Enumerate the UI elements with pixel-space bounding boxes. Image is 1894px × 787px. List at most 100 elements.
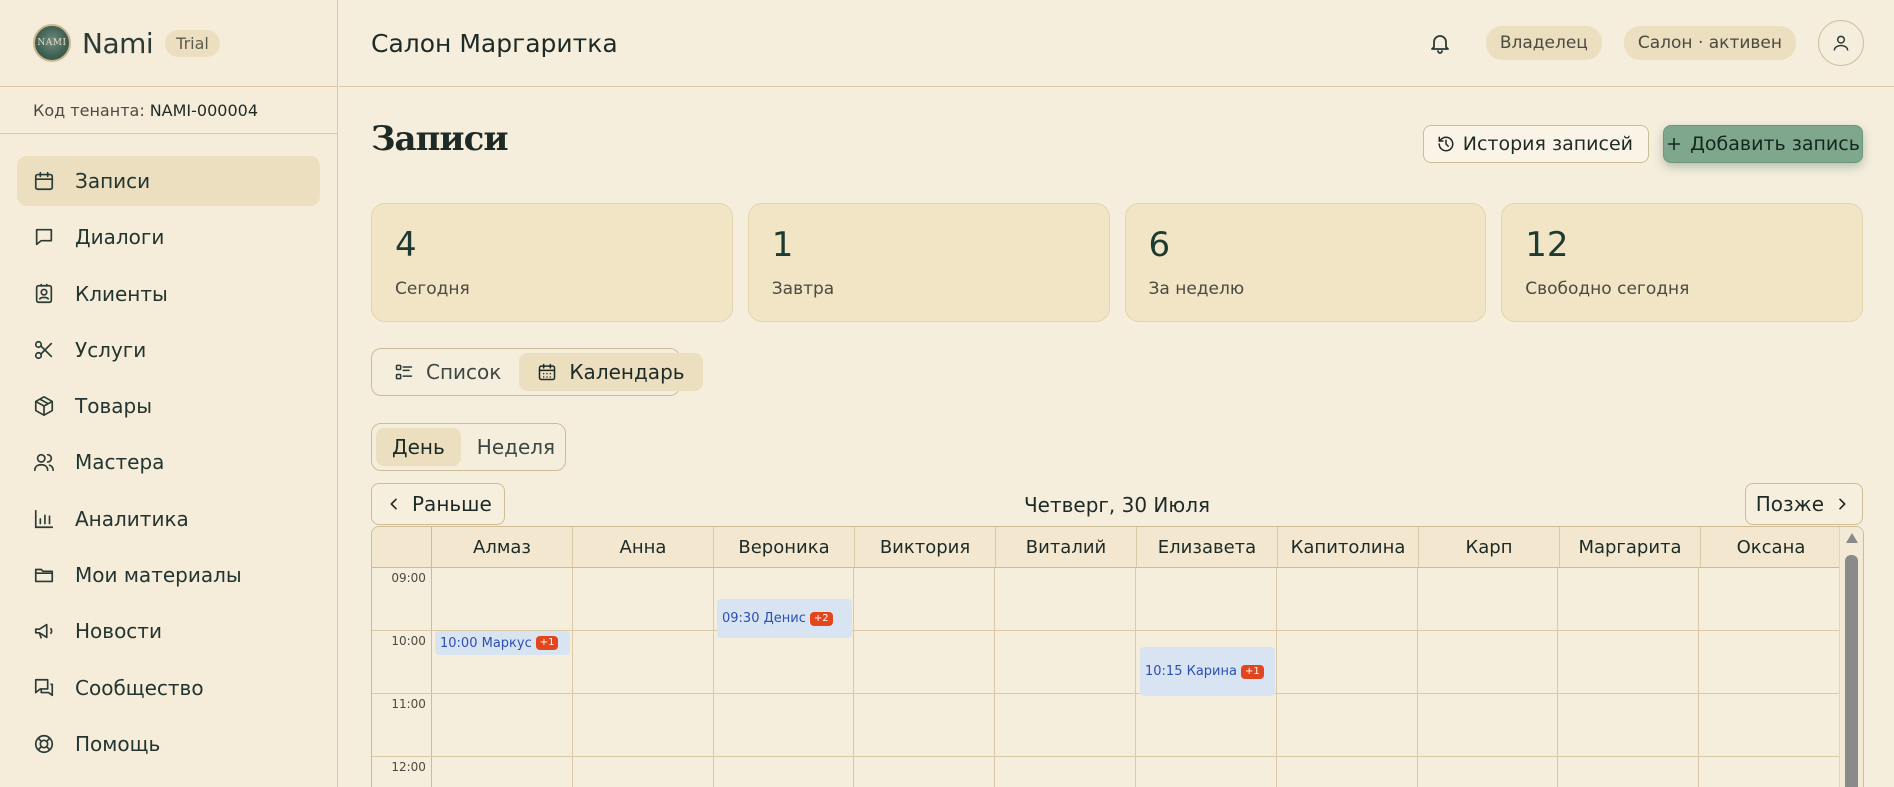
slot-cell[interactable] bbox=[714, 757, 855, 787]
megaphone-icon bbox=[34, 624, 53, 639]
event-more-badge: +1 bbox=[535, 636, 559, 650]
slot-cell[interactable] bbox=[854, 757, 996, 787]
slot-cell[interactable] bbox=[1558, 631, 1700, 693]
week-range-button[interactable]: Неделя bbox=[461, 428, 571, 466]
time-row: 10:00 bbox=[372, 631, 1841, 694]
calendar-icon bbox=[34, 171, 54, 191]
bell-icon[interactable] bbox=[1428, 31, 1452, 55]
scroll-up-arrow-icon[interactable] bbox=[1846, 533, 1858, 543]
sidebar-item-label: Клиенты bbox=[75, 281, 168, 306]
sidebar-item-label: Сообщество bbox=[75, 675, 204, 700]
next-label: Позже bbox=[1755, 492, 1824, 516]
sidebar-item-dialogs[interactable]: Диалоги bbox=[17, 212, 320, 262]
stat-card-tomorrow: 1 Завтра bbox=[747, 203, 1110, 322]
slot-cell[interactable] bbox=[1277, 757, 1418, 787]
slot-cell[interactable] bbox=[573, 631, 714, 693]
brand: NAMI Nami Trial bbox=[0, 0, 337, 87]
master-column-header: Капитолина bbox=[1278, 527, 1419, 567]
slot-cell[interactable] bbox=[854, 694, 996, 756]
slot-cell[interactable] bbox=[1558, 568, 1700, 630]
slot-cell[interactable] bbox=[1699, 631, 1841, 693]
list-view-button[interactable]: Список bbox=[376, 353, 519, 391]
history-button[interactable]: История записей bbox=[1422, 125, 1649, 163]
slot-cell[interactable] bbox=[854, 631, 996, 693]
slot-cell[interactable] bbox=[432, 568, 573, 630]
sidebar-item-analytics[interactable]: Аналитика bbox=[17, 494, 320, 544]
slot-cell[interactable] bbox=[995, 694, 1136, 756]
appointment-event[interactable]: 09:30 Денис +2 bbox=[717, 599, 852, 638]
slot-cell[interactable] bbox=[1418, 631, 1559, 693]
add-appointment-button[interactable]: Добавить запись bbox=[1663, 125, 1863, 163]
next-button[interactable]: Позже bbox=[1744, 483, 1863, 525]
slot-cell[interactable] bbox=[1136, 694, 1277, 756]
appointment-event[interactable]: 10:00 Маркус +1 bbox=[435, 631, 570, 655]
slot-cell[interactable] bbox=[1277, 694, 1418, 756]
slot-cell[interactable] bbox=[573, 568, 714, 630]
time-label: 11:00 bbox=[372, 694, 432, 756]
calendar-view-button[interactable]: Календарь bbox=[519, 353, 703, 391]
day-range-button[interactable]: День bbox=[376, 428, 461, 466]
master-column-header: Маргарита bbox=[1560, 527, 1701, 567]
stat-card-week: 6 За неделю bbox=[1124, 203, 1487, 322]
time-label: 12:00 bbox=[372, 757, 432, 787]
trial-badge: Trial bbox=[165, 29, 220, 57]
scroll-thumb[interactable] bbox=[1845, 555, 1858, 787]
slot-cell[interactable] bbox=[573, 757, 714, 787]
calendar-scrollbar[interactable] bbox=[1839, 527, 1863, 787]
sidebar-item-label: Мастера bbox=[75, 450, 165, 475]
messages-icon bbox=[34, 678, 54, 696]
sidebar-nav: Записи Диалоги Клиенты Услуги Товары Мас… bbox=[0, 134, 337, 769]
sidebar-item-clients[interactable]: Клиенты bbox=[17, 269, 320, 319]
sidebar-item-appointments[interactable]: Записи bbox=[17, 156, 320, 206]
header-actions: Владелец Салон · активен bbox=[1428, 20, 1864, 66]
slot-cell[interactable] bbox=[1699, 694, 1841, 756]
history-button-label: История записей bbox=[1462, 133, 1633, 155]
sidebar-item-news[interactable]: Новости bbox=[17, 606, 320, 656]
appointment-event[interactable]: 10:15 Карина +1 bbox=[1140, 647, 1275, 696]
slot-cell[interactable] bbox=[432, 757, 573, 787]
slot-cell[interactable] bbox=[854, 568, 996, 630]
user-menu-button[interactable] bbox=[1818, 20, 1864, 66]
slot-cell[interactable] bbox=[1136, 757, 1277, 787]
slot-cell[interactable] bbox=[1277, 568, 1418, 630]
time-column-header bbox=[372, 527, 432, 567]
slot-cell[interactable] bbox=[714, 694, 855, 756]
list-view-label: Список bbox=[426, 360, 502, 384]
slot-cell[interactable] bbox=[995, 757, 1136, 787]
sidebar-item-help[interactable]: Помощь bbox=[17, 719, 320, 769]
sidebar-item-materials[interactable]: Мои материалы bbox=[17, 550, 320, 600]
sidebar-item-products[interactable]: Товары bbox=[17, 381, 320, 431]
slot-cell[interactable] bbox=[573, 694, 714, 756]
users-icon bbox=[34, 454, 54, 472]
slot-cell[interactable] bbox=[1418, 568, 1559, 630]
time-row: 09:00 bbox=[372, 568, 1841, 631]
stat-value: 1 bbox=[771, 225, 794, 265]
slot-cell[interactable] bbox=[714, 631, 855, 693]
slot-cell[interactable] bbox=[1699, 757, 1841, 787]
stat-value: 4 bbox=[395, 225, 417, 265]
sidebar-item-masters[interactable]: Мастера bbox=[17, 437, 320, 487]
scissors-icon bbox=[34, 340, 53, 359]
slot-cell[interactable] bbox=[995, 568, 1136, 630]
nami-logo[interactable]: NAMI bbox=[33, 24, 71, 62]
sidebar-item-community[interactable]: Сообщество bbox=[17, 663, 320, 713]
slot-cell[interactable] bbox=[432, 694, 573, 756]
history-icon bbox=[1438, 136, 1454, 152]
range-toggle: День Неделя bbox=[371, 423, 566, 471]
slot-cell[interactable] bbox=[1558, 757, 1700, 787]
slot-cell[interactable] bbox=[995, 631, 1136, 693]
stat-label: Завтра bbox=[771, 279, 835, 299]
sidebar-item-label: Мои материалы bbox=[75, 563, 242, 588]
slot-cell[interactable] bbox=[1277, 631, 1418, 693]
sidebar-item-services[interactable]: Услуги bbox=[17, 325, 320, 375]
master-column-header: Виктория bbox=[855, 527, 996, 567]
slot-cell[interactable] bbox=[1418, 757, 1559, 787]
calendar-body: 09:00 10:00 11:00 12:00 10:00 Маркус +1 … bbox=[372, 568, 1863, 787]
event-label: 10:15 Карина bbox=[1145, 664, 1237, 679]
slot-cell[interactable] bbox=[1418, 694, 1559, 756]
page-title: Записи bbox=[371, 119, 509, 159]
master-column-header: Алмаз bbox=[432, 527, 573, 567]
slot-cell[interactable] bbox=[1558, 694, 1700, 756]
slot-cell[interactable] bbox=[1699, 568, 1841, 630]
slot-cell[interactable] bbox=[1136, 568, 1277, 630]
